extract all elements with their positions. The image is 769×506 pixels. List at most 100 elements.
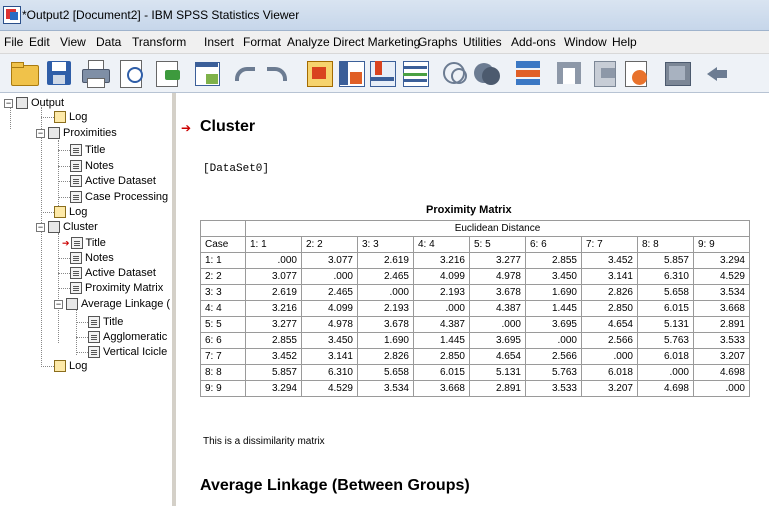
value-cell: 3.534 [357, 380, 414, 397]
value-cell: .000 [637, 364, 694, 381]
value-cell: 2.855 [245, 332, 302, 349]
collapse-icon[interactable]: − [36, 128, 45, 138]
column-header-cell: 1: 1 [245, 236, 302, 253]
log-icon [54, 360, 66, 372]
outline-average-linkage[interactable]: − Average Linkage ( [54, 297, 170, 311]
value-cell: 3.216 [413, 252, 470, 269]
empty-corner-cell [200, 220, 246, 237]
row-label-cell: 2: 2 [200, 268, 246, 285]
value-cell: 5.763 [525, 364, 582, 381]
book-icon [66, 298, 78, 310]
value-labels-icon[interactable] [554, 58, 584, 88]
outline-proximities-title[interactable]: Title [70, 143, 105, 157]
notes-icon [70, 252, 82, 264]
split-file-icon[interactable] [513, 58, 543, 88]
value-cell: 4.099 [413, 268, 470, 285]
goto-case-icon[interactable] [304, 58, 334, 88]
menu-add-ons[interactable]: Add-ons [511, 35, 556, 49]
collapse-icon[interactable]: − [54, 299, 63, 309]
value-cell: 3.450 [301, 332, 358, 349]
table-row: 3: 3 2.619 2.465.000 2.193 3.678 1.690 2.826 5.… [200, 284, 750, 301]
value-cell: 3.077 [301, 252, 358, 269]
back-icon[interactable] [703, 58, 733, 88]
outline-log-2[interactable]: Log [54, 205, 87, 219]
log-icon [54, 111, 66, 123]
value-cell: 3.141 [581, 268, 638, 285]
goto-variable-icon[interactable] [336, 58, 366, 88]
use-sets-icon[interactable] [589, 58, 619, 88]
outline-vertical-icicle[interactable]: Vertical Icicle [88, 345, 167, 359]
outline-proximities-notes[interactable]: Notes [70, 159, 114, 173]
goto-data-icon[interactable] [192, 58, 222, 88]
book-icon [16, 97, 28, 109]
menu-file[interactable]: File [4, 35, 23, 49]
outline-agglomeration[interactable]: Agglomeratic [88, 330, 167, 344]
value-cell: 3.668 [413, 380, 470, 397]
average-linkage-heading: Average Linkage (Between Groups) [200, 477, 470, 494]
print-icon[interactable] [80, 58, 110, 88]
menu-direct-marketing[interactable]: Direct Marketing [333, 35, 420, 49]
menu-analyze[interactable]: Analyze [287, 35, 330, 49]
undo-icon[interactable] [230, 58, 260, 88]
save-icon[interactable] [45, 58, 75, 88]
show-all-icon[interactable] [620, 58, 650, 88]
value-cell: 3.141 [301, 348, 358, 365]
value-cell: .000 [357, 284, 414, 301]
designate-window-icon[interactable] [662, 58, 692, 88]
value-cell: 2.826 [357, 348, 414, 365]
collapse-icon[interactable]: − [4, 98, 13, 108]
menu-insert[interactable]: Insert [204, 35, 234, 49]
insert-table-icon[interactable] [400, 58, 430, 88]
outline-average-linkage-title[interactable]: Title [88, 315, 123, 329]
menu-help[interactable]: Help [612, 35, 637, 49]
value-cell: 4.529 [301, 380, 358, 397]
outline-cluster[interactable]: − Cluster [36, 220, 98, 234]
value-cell: 4.387 [469, 300, 526, 317]
menu-data[interactable]: Data [96, 35, 121, 49]
value-cell: 3.207 [693, 348, 750, 365]
value-cell: 2.193 [357, 300, 414, 317]
row-label-cell: 4: 4 [200, 300, 246, 317]
outline-proximities-active-dataset[interactable]: Active Dataset [70, 174, 156, 188]
value-cell: 3.294 [693, 252, 750, 269]
value-cell: 5.857 [245, 364, 302, 381]
print-preview-icon[interactable] [116, 58, 146, 88]
outline-output-node[interactable]: − Output [4, 96, 64, 110]
column-header-cell: 4: 4 [413, 236, 470, 253]
value-cell: 3.678 [469, 284, 526, 301]
outline-cluster-active-dataset[interactable]: Active Dataset [70, 266, 156, 280]
proximity-matrix-table[interactable]: Euclidean Distance Case 1: 1 2: 2 3: 3 4: 4 5:… [200, 220, 750, 397]
title-bar: *Output2 [Document2] - IBM SPSS Statisti… [0, 0, 769, 31]
value-cell: 3.452 [245, 348, 302, 365]
outline-case-processing[interactable]: Case Processing [70, 190, 168, 204]
open-icon[interactable] [10, 58, 40, 88]
select-cases-icon[interactable] [440, 58, 470, 88]
menu-transform[interactable]: Transform [132, 35, 186, 49]
value-cell: 3.695 [469, 332, 526, 349]
outline-proximity-matrix[interactable]: Proximity Matrix [70, 281, 163, 295]
menu-view[interactable]: View [60, 35, 86, 49]
outline-log-3[interactable]: Log [54, 359, 87, 373]
value-cell: 4.099 [301, 300, 358, 317]
insert-chart-icon[interactable] [367, 58, 397, 88]
outline-log-1[interactable]: Log [54, 110, 87, 124]
outline-proximities[interactable]: − Proximities [36, 126, 117, 140]
value-cell: .000 [245, 252, 302, 269]
value-cell: 5.763 [637, 332, 694, 349]
menu-format[interactable]: Format [243, 35, 281, 49]
menu-edit[interactable]: Edit [29, 35, 50, 49]
outline-cluster-title[interactable]: ➔ Title [62, 236, 106, 250]
value-cell: 3.534 [693, 284, 750, 301]
outline-pane: − Output Log − Proximities Title Notes A… [0, 93, 173, 506]
value-cell: 1.690 [357, 332, 414, 349]
menu-graphs[interactable]: Graphs [418, 35, 457, 49]
menu-utilities[interactable]: Utilities [463, 35, 502, 49]
weight-cases-icon[interactable] [472, 58, 502, 88]
menu-window[interactable]: Window [564, 35, 607, 49]
collapse-icon[interactable]: − [36, 222, 45, 232]
table-header-row: Euclidean Distance [200, 220, 750, 237]
column-header-cell: 2: 2 [301, 236, 358, 253]
redo-icon[interactable] [262, 58, 292, 88]
export-icon[interactable] [152, 58, 182, 88]
outline-cluster-notes[interactable]: Notes [70, 251, 114, 265]
